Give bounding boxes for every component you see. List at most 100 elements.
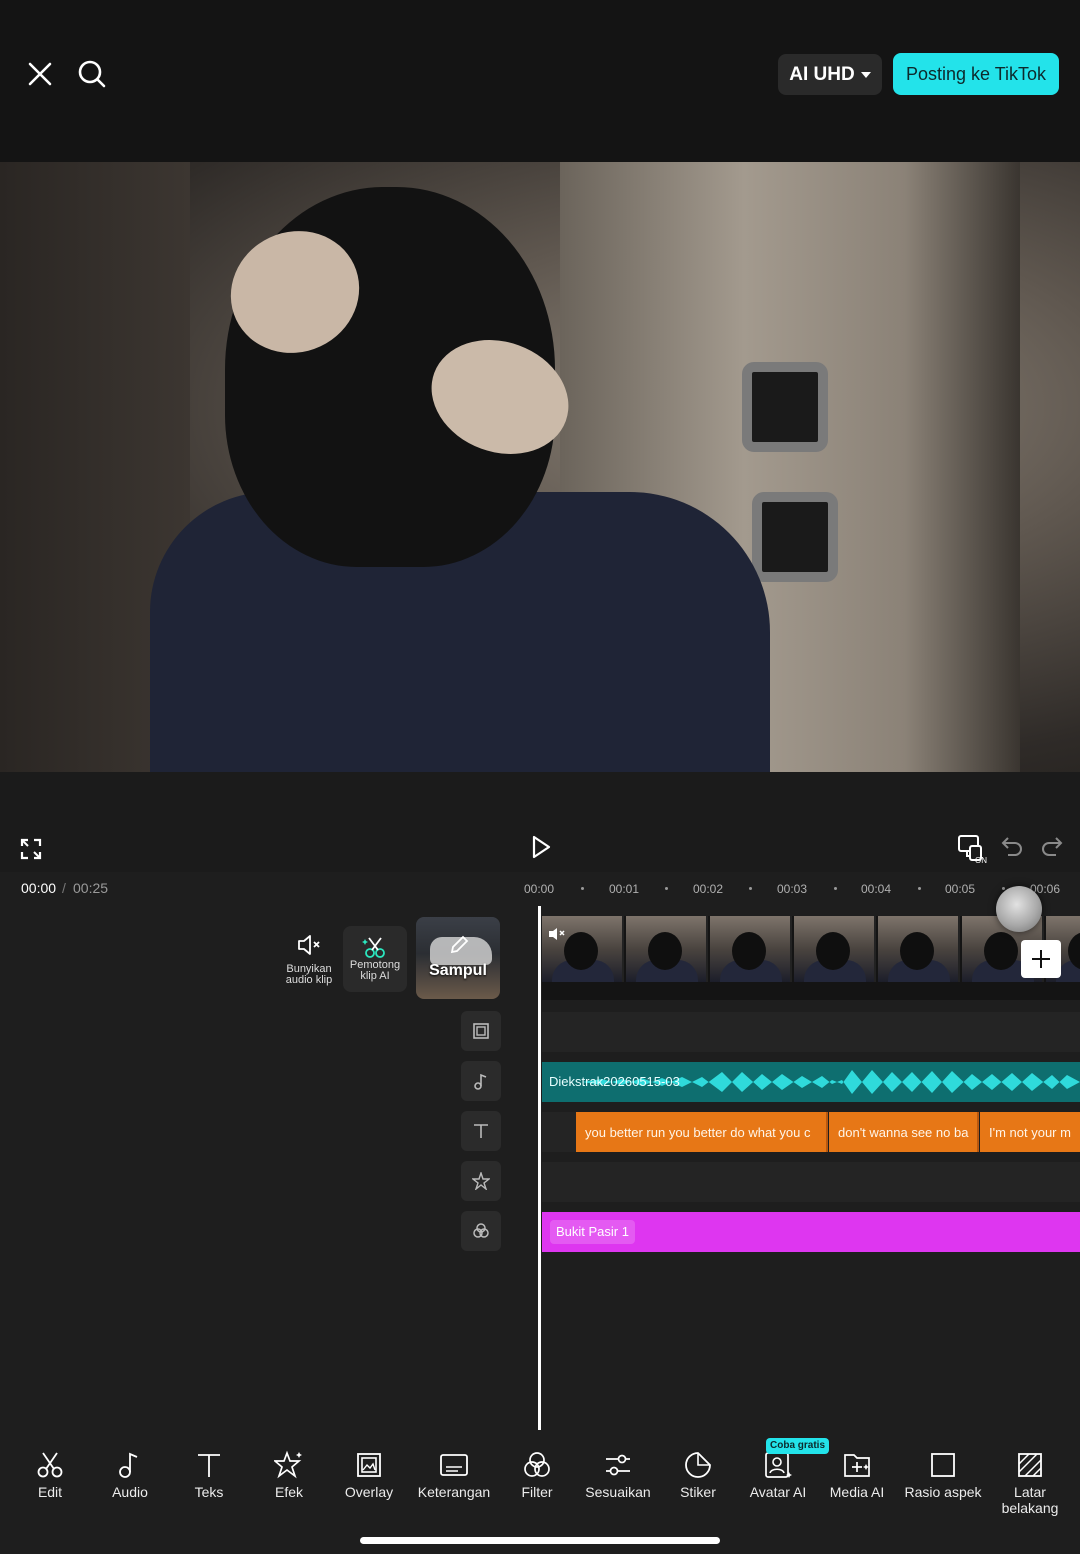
undo-icon <box>1001 837 1022 856</box>
fullscreen-icon <box>20 838 42 860</box>
add-effect-track-button[interactable] <box>461 1161 501 1201</box>
add-audio-track-button[interactable] <box>461 1061 501 1101</box>
cutter-label-line2: klip AI <box>360 970 390 982</box>
preview-mode-button[interactable]: ON <box>956 832 988 864</box>
caption-clip[interactable]: don't wanna see no ba <box>829 1112 979 1152</box>
toolbar-captions-label: Keterangan <box>417 1484 491 1500</box>
toolbar-avatar-ai[interactable]: Avatar AI <box>746 1450 810 1500</box>
ruler-tick-label: 00:04 <box>861 882 892 896</box>
add-clip-button[interactable] <box>1021 940 1061 978</box>
free-trial-badge: Coba gratis <box>766 1438 830 1454</box>
preview-wall-frame <box>742 362 828 452</box>
toolbar-text-label: Teks <box>194 1484 224 1500</box>
add-text-track-button[interactable] <box>461 1111 501 1151</box>
text-icon <box>474 1124 488 1138</box>
toolbar-filter[interactable]: Filter <box>514 1450 560 1500</box>
toolbar-media-ai[interactable]: Media AI <box>826 1450 888 1500</box>
home-indicator[interactable] <box>360 1537 720 1544</box>
toolbar-captions[interactable]: Keterangan <box>412 1450 496 1500</box>
ai-clip-cutter-button[interactable]: Pemotong klip AI <box>343 926 407 992</box>
toolbar-effects[interactable]: Efek <box>269 1450 309 1500</box>
video-preview[interactable] <box>0 162 1080 772</box>
plus-icon <box>1032 950 1050 968</box>
mute-clip-audio-button[interactable]: Bunyikan audio klip <box>280 932 338 986</box>
music-note-icon <box>119 1452 138 1478</box>
video-frame-thumbnail <box>794 916 876 982</box>
toolbar-edit[interactable]: Edit <box>30 1450 70 1500</box>
music-note-icon <box>474 1073 487 1090</box>
current-time: 00:00 <box>21 880 57 896</box>
ruler-tick-label: 00:01 <box>609 882 640 896</box>
redo-icon <box>1042 837 1063 856</box>
toolbar-sticker[interactable]: Stiker <box>676 1450 720 1500</box>
svg-text:ON: ON <box>975 856 987 864</box>
toolbar-effects-label: Efek <box>274 1484 303 1500</box>
avatar-ai-icon <box>765 1452 792 1478</box>
ruler-dot <box>918 887 921 890</box>
cover-button[interactable]: Sampul <box>416 917 500 999</box>
toolbar-edit-label: Edit <box>37 1484 63 1500</box>
timeline[interactable]: 00:00 / 00:25 00:00 00:01 00:02 00:03 00… <box>0 872 1080 1432</box>
empty-overlay-lane <box>542 1012 1080 1052</box>
total-time: 00:25 <box>73 880 109 896</box>
toolbar-avatar-ai-label: Avatar AI <box>749 1484 807 1500</box>
pencil-icon <box>450 935 469 954</box>
audio-clip-name: Diekstrak20260515-03 <box>549 1074 680 1089</box>
timeline-scrub-handle[interactable] <box>996 886 1042 932</box>
ai-scissors-icon <box>362 937 385 958</box>
ruler-tick-label: 00:00 <box>524 882 555 896</box>
caption-clip[interactable]: you better run you better do what you c <box>576 1112 828 1152</box>
playback-controls: ON <box>0 772 1080 872</box>
mute-label-line2: audio klip <box>285 974 333 986</box>
search-button[interactable] <box>72 54 112 94</box>
search-icon <box>78 60 106 88</box>
scissors-icon <box>37 1452 63 1478</box>
screen-on-icon: ON <box>958 835 987 864</box>
sparkle-star-icon <box>274 1450 302 1479</box>
toolbar-audio-label: Audio <box>112 1484 148 1500</box>
add-filter-track-button[interactable] <box>461 1211 501 1251</box>
toolbar-aspect-ratio-label: Rasio aspek <box>904 1484 982 1500</box>
playhead[interactable] <box>538 906 541 1430</box>
toolbar-overlay[interactable]: Overlay <box>340 1450 398 1500</box>
speaker-mute-icon <box>298 935 320 955</box>
ruler-tick-label: 00:03 <box>777 882 808 896</box>
video-frame-thumbnail <box>626 916 708 982</box>
clip-muted-icon <box>549 928 565 940</box>
toolbar-background[interactable]: Latar belakang <box>996 1450 1064 1516</box>
empty-effect-lane <box>542 1162 1080 1202</box>
effect-track-clip[interactable]: Bukit Pasir 1 <box>542 1212 1080 1252</box>
post-to-tiktok-button[interactable]: Posting ke TikTok <box>893 53 1059 95</box>
fullscreen-button[interactable] <box>16 834 46 864</box>
add-overlay-track-button[interactable] <box>461 1011 501 1051</box>
toolbar-sticker-label: Stiker <box>680 1484 716 1500</box>
toolbar-text[interactable]: Teks <box>189 1450 229 1500</box>
quality-dropdown[interactable]: AI UHD <box>778 54 882 95</box>
undo-button[interactable] <box>998 832 1026 860</box>
toolbar-filter-label: Filter <box>521 1484 553 1500</box>
quality-label: AI UHD <box>789 63 855 85</box>
ruler-dot <box>581 887 584 890</box>
captions-icon <box>440 1454 468 1476</box>
main-video-track[interactable] <box>542 916 1080 1000</box>
toolbar-adjust-label: Sesuaikan <box>585 1484 651 1500</box>
toolbar-background-label-line1: Latar <box>1014 1484 1046 1500</box>
effect-clip-name: Bukit Pasir 1 <box>550 1220 635 1244</box>
time-separator: / <box>62 880 66 896</box>
caption-clip[interactable]: I'm not your m <box>980 1112 1080 1152</box>
play-button[interactable] <box>526 832 556 862</box>
toolbar-aspect-ratio[interactable]: Rasio aspek <box>900 1450 986 1500</box>
caret-down-icon <box>860 71 871 78</box>
cover-label: Sampul <box>429 962 487 979</box>
text-icon <box>198 1454 220 1477</box>
toolbar-audio[interactable]: Audio <box>108 1450 152 1500</box>
ruler-dot <box>749 887 752 890</box>
sparkle-star-icon <box>472 1172 490 1190</box>
toolbar-adjust[interactable]: Sesuaikan <box>580 1450 656 1500</box>
audio-track-clip[interactable]: Diekstrak20260515-03 <box>542 1062 1080 1102</box>
toolbar-background-label-line2: belakang <box>1001 1500 1059 1516</box>
ruler-dot <box>665 887 668 890</box>
redo-button[interactable] <box>1038 832 1066 860</box>
ruler-tick-label: 00:02 <box>693 882 724 896</box>
close-button[interactable] <box>20 54 60 94</box>
